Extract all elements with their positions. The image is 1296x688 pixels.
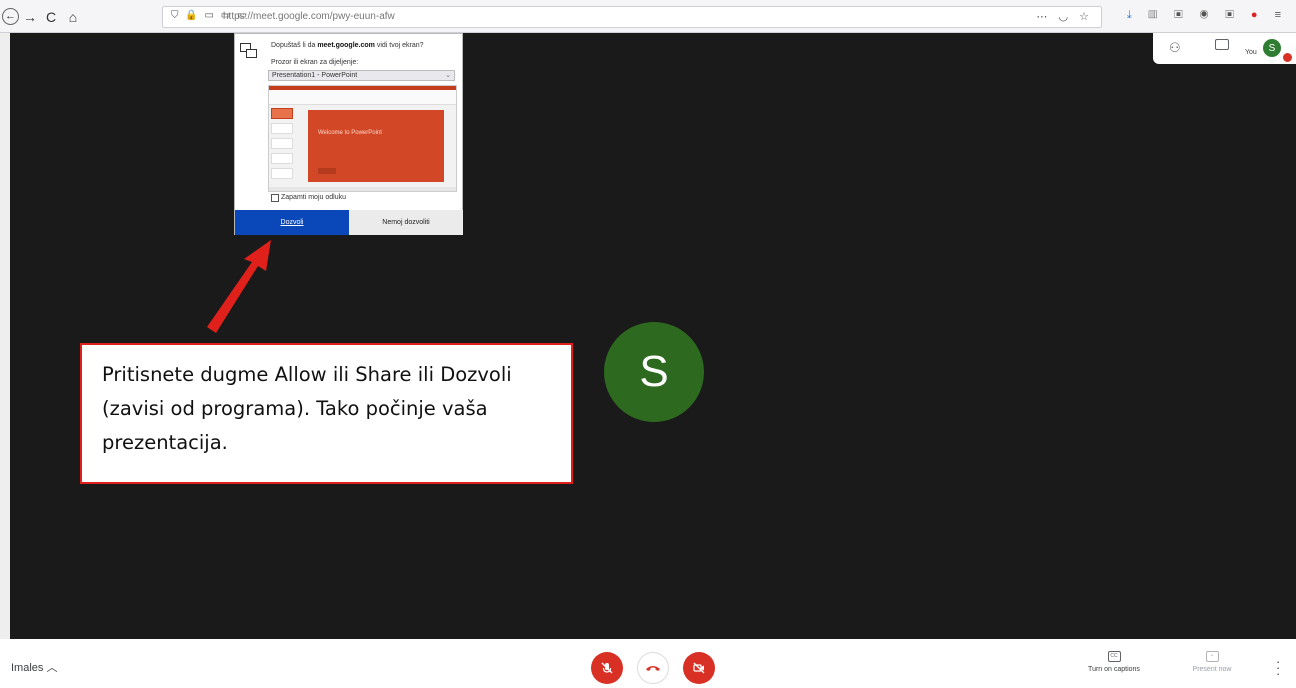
more-options-icon[interactable]: · · · (1276, 655, 1280, 680)
self-avatar[interactable]: S (1263, 39, 1281, 57)
camera-toggle-button[interactable] (683, 652, 715, 684)
meeting-details-button[interactable]: Imales ︿ (11, 659, 57, 675)
window-preview: Welcome to PowerPoint (268, 85, 457, 192)
toolbar-extension-icons[interactable]: ⤓ ▥ ▣ ◉ ▣ ● ≡ (1127, 9, 1288, 22)
self-label: You (1245, 49, 1257, 56)
powerpoint-logo-icon (318, 168, 336, 174)
people-icon[interactable]: ⚇ (1169, 40, 1181, 56)
browser-toolbar: ← → C ⌂ ⛉ 🔒 ▭ ▭ ▭ https://meet.google.co… (0, 0, 1296, 33)
mic-off-indicator-icon (1283, 53, 1292, 62)
address-bar[interactable]: ⛉ 🔒 ▭ ▭ ▭ https://meet.google.com/pwy-eu… (162, 6, 1102, 28)
extension-icon: ● (1250, 9, 1265, 21)
remember-checkbox[interactable] (271, 194, 279, 202)
annotation-callout: Pritisnete dugme Allow ili Share ili Doz… (80, 343, 573, 484)
camera-off-icon (693, 662, 705, 674)
chat-icon[interactable] (1215, 39, 1229, 50)
participant-avatar: S (604, 322, 704, 422)
captions-button[interactable]: CC Turn on captions (1081, 651, 1147, 673)
slide-thumbnails (271, 108, 293, 188)
annotation-text: Pritisnete dugme Allow ili Share ili Doz… (102, 363, 512, 454)
meet-top-panel: ⚇ You S (1153, 33, 1296, 64)
present-icon: + (1205, 651, 1219, 662)
window-select-label: Prozor ili ekran za dijeljenje: (271, 59, 359, 66)
mic-off-icon (601, 662, 613, 674)
allow-button[interactable]: Dozvoli (235, 210, 349, 235)
remember-label[interactable]: Zapamti moju odluku (281, 194, 346, 201)
share-question: Dopuštaš li da meet.google.com vidi tvoj… (271, 42, 424, 49)
present-now-button[interactable]: + Present now (1183, 651, 1241, 673)
home-button[interactable]: ⌂ (64, 8, 82, 26)
deny-button[interactable]: Nemoj dozvoliti (349, 210, 463, 235)
screen-share-dialog: Dopuštaš li da meet.google.com vidi tvoj… (234, 33, 463, 235)
meet-bottom-bar: Imales ︿ CC Turn on captions + Present n… (0, 639, 1296, 688)
chevron-up-icon: ︿ (46, 662, 58, 674)
back-button[interactable]: ← (2, 8, 19, 25)
chevron-down-icon: ⌄ (445, 72, 451, 79)
screen-share-icon (240, 43, 257, 58)
left-edge (0, 33, 10, 639)
forward-button[interactable]: → (21, 8, 39, 26)
leave-call-button[interactable] (637, 652, 669, 684)
download-icon: ⤓ (1126, 9, 1139, 21)
reload-button[interactable]: C (42, 8, 60, 26)
page-actions-icons[interactable]: ⋯ ◡ ☆ (1036, 10, 1093, 23)
captions-icon: CC (1107, 651, 1121, 662)
window-select[interactable]: Presentation1 - PowerPoint ⌄ (268, 70, 455, 81)
hang-up-icon (646, 666, 660, 671)
url-text[interactable]: https://meet.google.com/pwy-euun-afw (223, 11, 395, 22)
preview-slide: Welcome to PowerPoint (308, 110, 444, 182)
mic-toggle-button[interactable] (591, 652, 623, 684)
